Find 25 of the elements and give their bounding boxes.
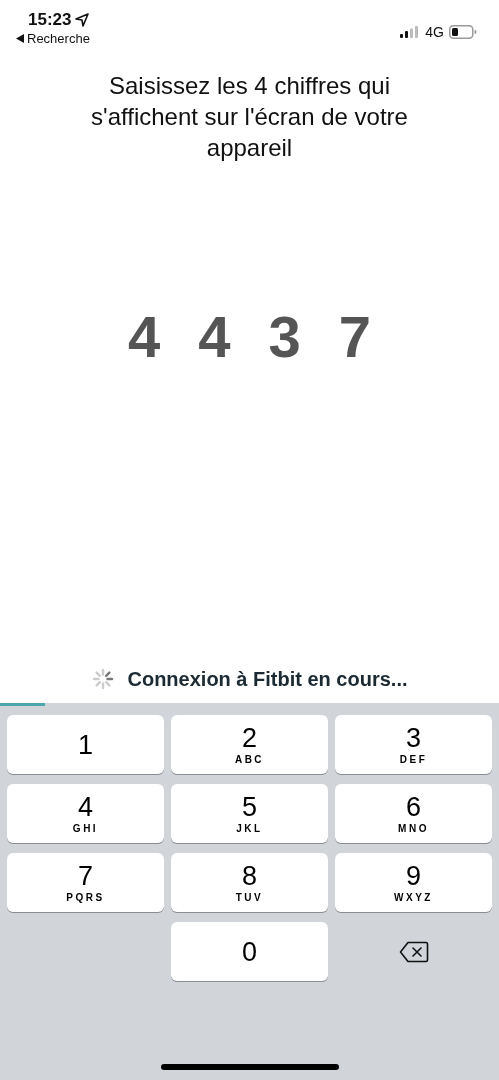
battery-icon — [449, 25, 477, 39]
keypad-key[interactable]: 5 JKL — [171, 784, 328, 843]
keypad-key[interactable]: 2 ABC — [171, 715, 328, 774]
keypad-key[interactable]: 1 — [7, 715, 164, 774]
keypad-key[interactable]: 8 TUV — [171, 853, 328, 912]
connection-status: Connexion à Fitbit en cours... — [127, 667, 408, 691]
code-digit: 4 — [127, 303, 161, 370]
back-arrow-icon — [16, 34, 24, 43]
code-digit: 3 — [268, 303, 301, 370]
spinner-icon — [91, 667, 116, 691]
keypad-key[interactable]: 7 PQRS — [7, 853, 164, 912]
status-time: 15:23 — [28, 10, 72, 30]
delete-icon — [398, 940, 429, 963]
instruction-text: Saisissez les 4 chiffres qui s'affichent sur l'écran de votre appareil — [90, 71, 409, 163]
keypad-key[interactable]: 3 DEF — [335, 715, 492, 774]
keypad-key[interactable]: 9 WXYZ — [335, 853, 492, 912]
code-digit: 4 — [198, 303, 231, 370]
network-label: 4G — [425, 24, 444, 40]
signal-icon — [400, 26, 421, 38]
code-digit: 7 — [338, 303, 372, 370]
back-link[interactable]: Recherche — [16, 31, 90, 46]
keypad-key[interactable]: 0 — [171, 922, 328, 981]
keypad-key[interactable]: 4 GHI — [7, 784, 164, 843]
keypad-key[interactable]: 6 MNO — [335, 784, 492, 843]
location-arrow-icon — [75, 13, 90, 27]
